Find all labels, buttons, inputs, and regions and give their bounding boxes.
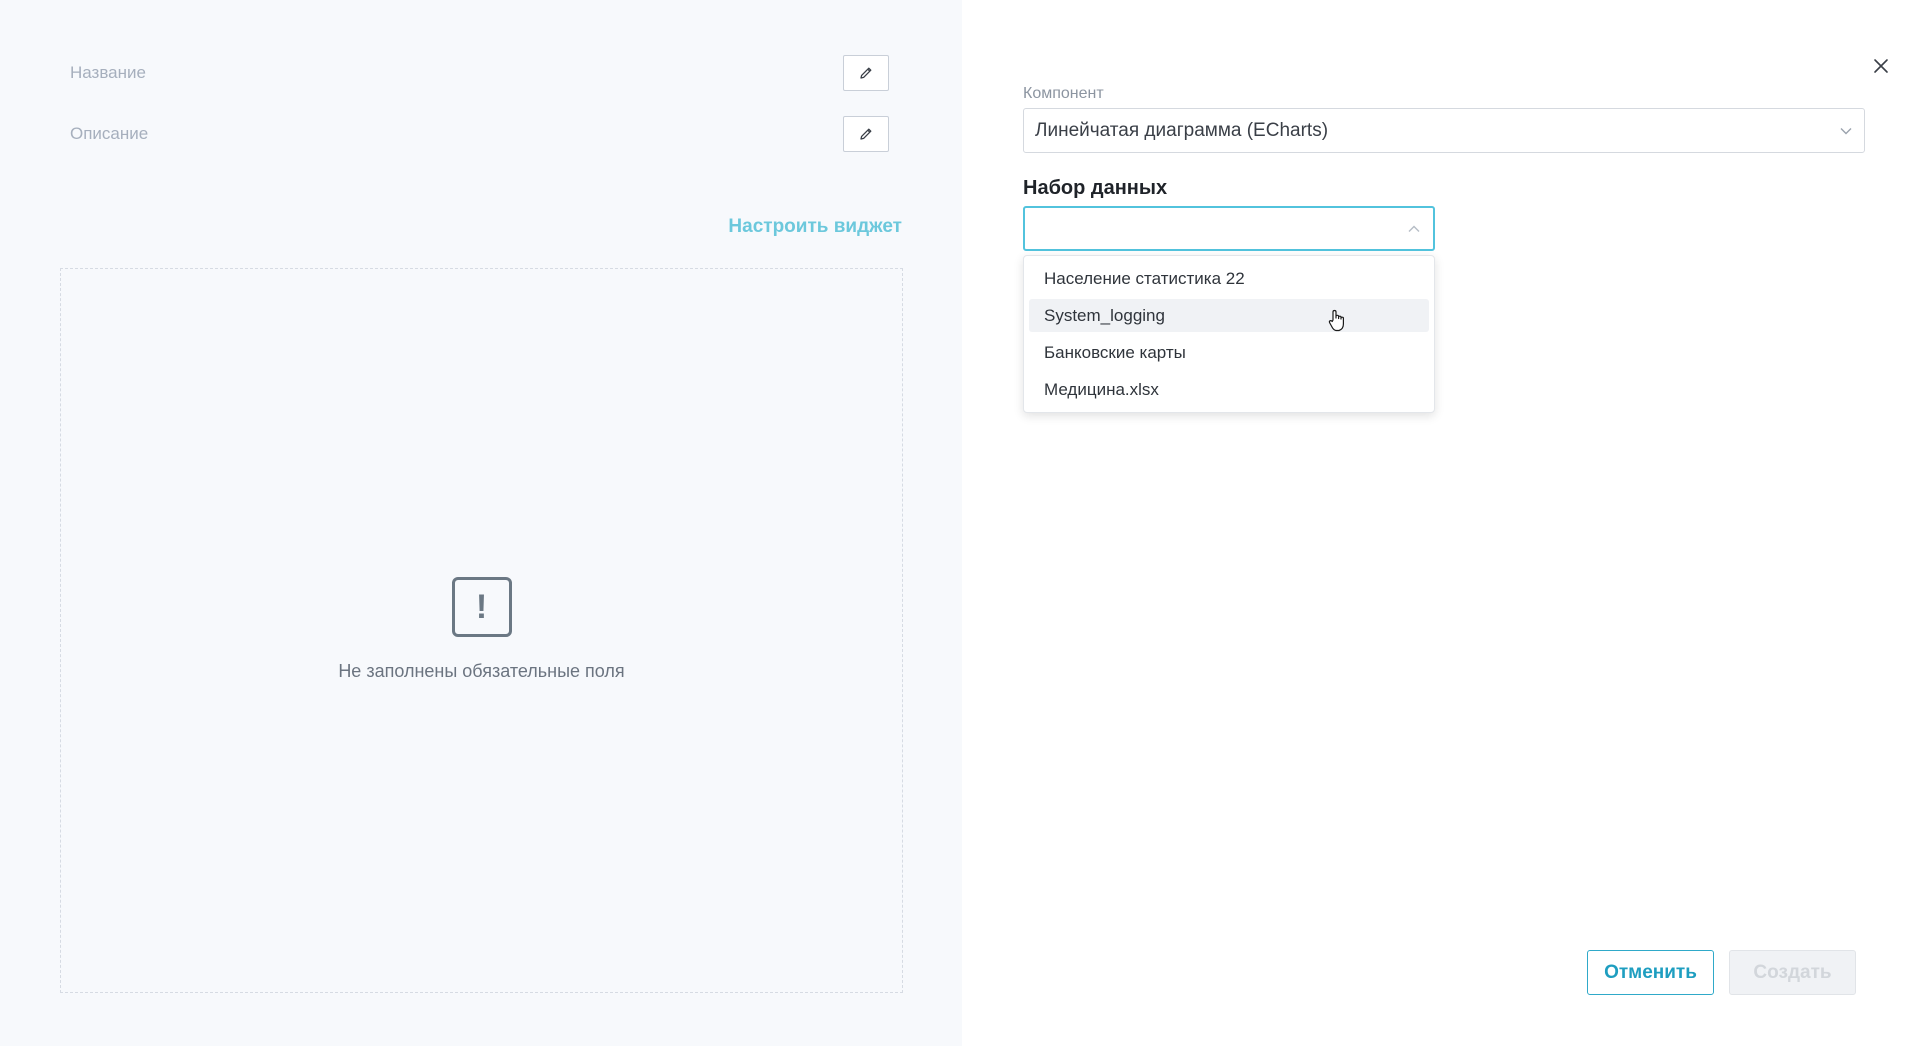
widget-editor: Название Описание Настроить виджет ! Не …	[0, 0, 1919, 1046]
settings-pane: Компонент Линейчатая диаграмма (ECharts)…	[962, 0, 1919, 1046]
close-icon	[1874, 59, 1888, 73]
component-value: Линейчатая диаграмма (ECharts)	[1035, 119, 1329, 141]
empty-state: ! Не заполнены обязательные поля	[61, 577, 902, 682]
dataset-option[interactable]: Медицина.xlsx	[1029, 373, 1429, 406]
dataset-title: Набор данных	[1023, 177, 1168, 199]
close-button[interactable]	[1869, 54, 1893, 78]
hand-cursor-icon	[1328, 309, 1344, 332]
title-label: Название	[70, 63, 146, 82]
title-row: Название	[70, 55, 889, 91]
dataset-dropdown: Население статистика 22 System_logging Б…	[1023, 255, 1435, 413]
create-button[interactable]: Создать	[1729, 950, 1856, 995]
configure-widget-link[interactable]: Настроить виджет	[728, 216, 902, 238]
chevron-up-icon	[1408, 225, 1420, 232]
component-select[interactable]: Линейчатая диаграмма (ECharts)	[1023, 108, 1865, 153]
widget-canvas: ! Не заполнены обязательные поля	[60, 268, 903, 993]
dataset-option[interactable]: Население статистика 22	[1029, 262, 1429, 295]
widget-preview-pane: Название Описание Настроить виджет ! Не …	[0, 0, 962, 1046]
pencil-icon	[860, 128, 872, 140]
dataset-select[interactable]	[1023, 206, 1435, 251]
chevron-down-icon	[1840, 127, 1852, 134]
edit-description-button[interactable]	[843, 116, 889, 152]
exclamation-square-icon: !	[451, 577, 512, 637]
edit-title-button[interactable]	[843, 55, 889, 91]
description-label: Описание	[70, 124, 149, 143]
dataset-option[interactable]: Банковские карты	[1029, 336, 1429, 369]
pencil-icon	[860, 67, 872, 79]
dataset-option-hovered[interactable]: System_logging	[1029, 299, 1429, 332]
empty-state-message: Не заполнены обязательные поля	[338, 661, 625, 681]
description-row: Описание	[70, 116, 889, 152]
cancel-button[interactable]: Отменить	[1587, 950, 1714, 995]
component-label: Компонент	[1023, 85, 1104, 102]
